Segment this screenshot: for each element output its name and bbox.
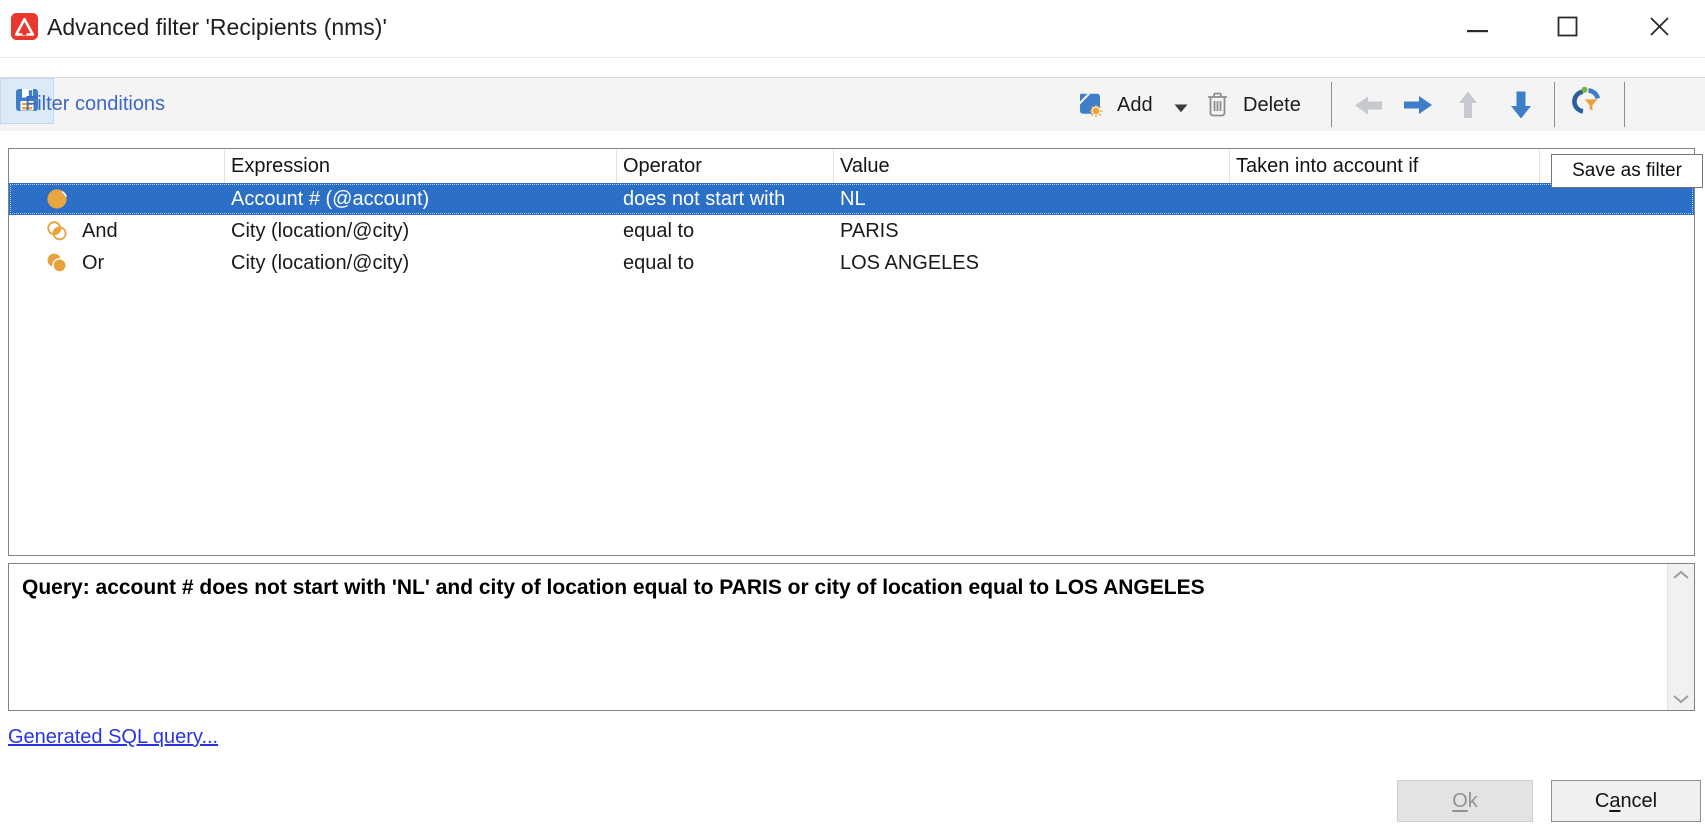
table-header-row: Expression Operator Value Taken into acc… [9, 149, 1694, 183]
table-row[interactable]: Or City (location/@city) equal to LOS AN… [9, 247, 1694, 279]
and-operator-icon [45, 219, 69, 243]
close-button[interactable] [1630, 6, 1688, 50]
filter-conditions-table: Expression Operator Value Taken into acc… [8, 148, 1695, 556]
titlebar: Advanced filter 'Recipients (nms)' [0, 0, 1705, 58]
column-header-value[interactable]: Value [834, 149, 1230, 183]
toolbar-divider [1624, 82, 1625, 127]
advanced-filter-dialog: Advanced filter 'Recipients (nms)' Filte… [0, 0, 1705, 833]
move-up-icon [1456, 89, 1480, 123]
dropdown-caret-icon [1174, 101, 1188, 116]
conjunction-label: Or [82, 252, 104, 275]
or-operator-icon [45, 251, 69, 275]
move-right-icon [1402, 93, 1435, 120]
filter-toolbar: Filter conditions Add [0, 77, 1705, 131]
trash-icon [1205, 90, 1230, 121]
toolbar-divider [1331, 82, 1332, 127]
maximize-icon [1557, 16, 1578, 40]
condition-icon [45, 187, 69, 211]
move-right-button[interactable] [1402, 93, 1435, 120]
preview-distribution-icon [1572, 86, 1603, 118]
column-header-operator[interactable]: Operator [617, 149, 834, 183]
move-left-icon [1352, 94, 1384, 120]
table-row[interactable]: And City (location/@city) equal to PARIS [9, 215, 1694, 247]
adobe-logo [11, 13, 38, 40]
scroll-down-icon [1672, 692, 1690, 707]
operator-cell: equal to [617, 215, 834, 247]
vertical-scrollbar[interactable] [1667, 564, 1694, 710]
column-header-conjunction[interactable] [9, 149, 225, 183]
add-button-label: Add [1117, 94, 1153, 117]
conjunction-label: And [82, 220, 118, 243]
delete-button[interactable]: Delete [1205, 78, 1301, 132]
taken-into-account-cell [1230, 215, 1540, 247]
move-down-icon [1508, 89, 1534, 124]
save-as-filter-tooltip: Save as filter [1551, 154, 1703, 188]
expression-cell: City (location/@city) [225, 215, 617, 247]
scroll-up-icon [1672, 568, 1690, 583]
scroll-up-button[interactable] [1668, 564, 1694, 586]
operator-cell: equal to [617, 247, 834, 279]
expression-cell: City (location/@city) [225, 247, 617, 279]
column-header-taken-into-account-if[interactable]: Taken into account if [1230, 149, 1540, 183]
value-cell: PARIS [834, 215, 1230, 247]
column-header-expression[interactable]: Expression [225, 149, 617, 183]
move-up-button[interactable] [1456, 89, 1480, 123]
add-dropdown-button[interactable] [1174, 101, 1188, 116]
value-cell: NL [834, 183, 1230, 215]
ok-button[interactable]: Ok [1397, 780, 1533, 822]
window-title: Advanced filter 'Recipients (nms)' [47, 14, 387, 41]
minimize-icon [1467, 21, 1488, 36]
generated-sql-query-link[interactable]: Generated SQL query... [8, 726, 218, 749]
move-left-button[interactable] [1352, 94, 1384, 120]
query-summary-panel: Query: account # does not start with 'NL… [8, 563, 1695, 711]
value-cell: LOS ANGELES [834, 247, 1230, 279]
preview-distribution-button[interactable] [1572, 86, 1603, 118]
maximize-button[interactable] [1538, 6, 1596, 50]
taken-into-account-cell [1230, 183, 1540, 215]
add-icon [1077, 91, 1103, 120]
minimize-button[interactable] [1448, 6, 1506, 50]
operator-cell: does not start with [617, 183, 834, 215]
table-row[interactable]: Account # (@account) does not start with… [9, 183, 1694, 215]
toolbar-divider [1554, 82, 1555, 127]
scroll-down-button[interactable] [1668, 688, 1694, 710]
cancel-button[interactable]: Cancel [1551, 780, 1701, 822]
add-button[interactable]: Add [1077, 78, 1153, 132]
taken-into-account-cell [1230, 247, 1540, 279]
section-label: Filter conditions [25, 93, 165, 116]
query-summary-text: Query: account # does not start with 'NL… [22, 576, 1650, 600]
close-icon [1649, 16, 1670, 40]
expression-cell: Account # (@account) [225, 183, 617, 215]
move-down-button[interactable] [1508, 89, 1534, 124]
delete-button-label: Delete [1243, 94, 1301, 117]
